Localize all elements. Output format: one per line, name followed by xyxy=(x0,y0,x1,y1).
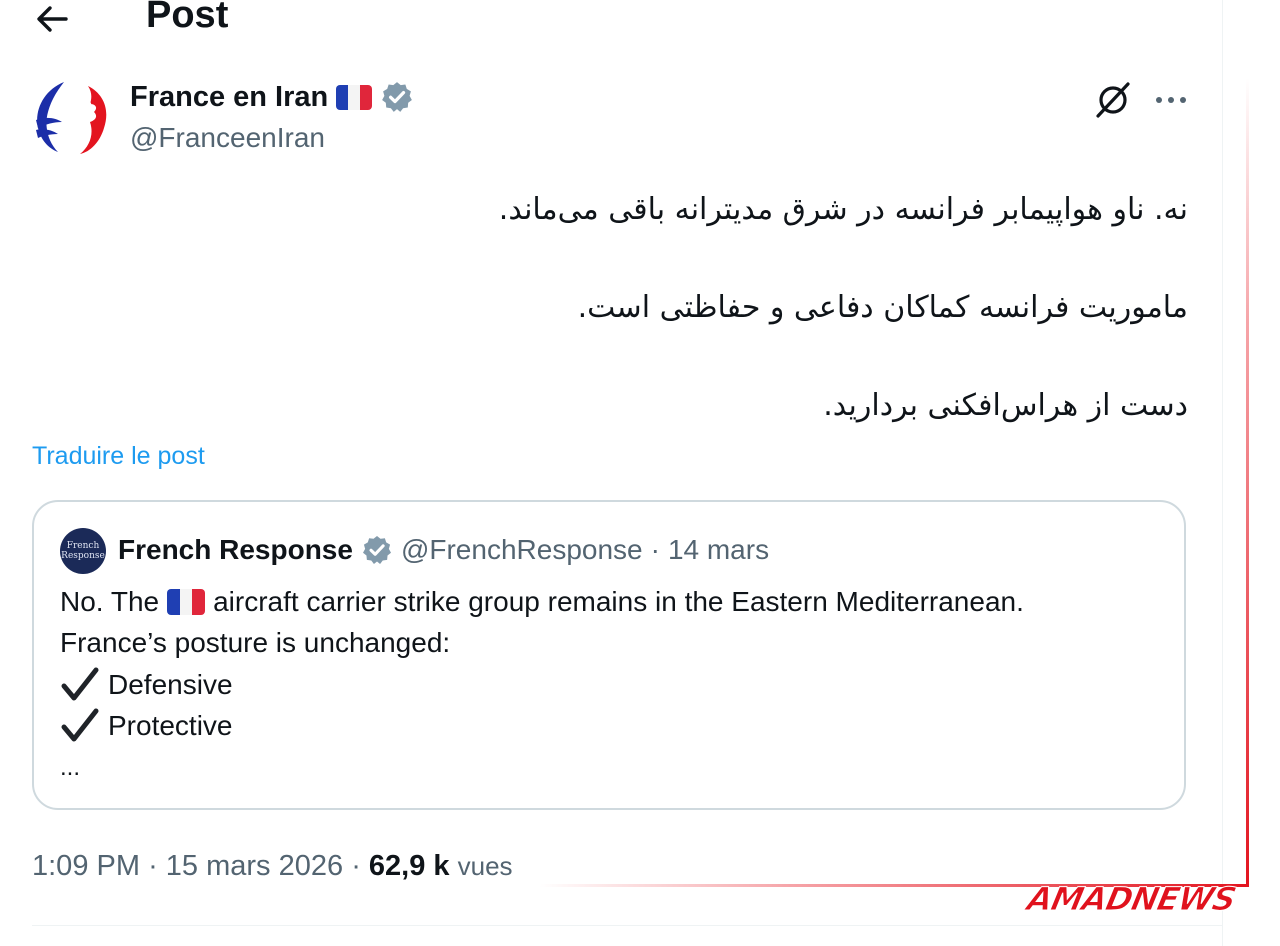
divider xyxy=(32,925,1222,926)
column-border xyxy=(1222,0,1223,946)
post-text-line-2: ماموریت فرانسه کماکان دفاعی و حفاظتی است… xyxy=(577,290,1188,325)
quoted-date[interactable]: 14 mars xyxy=(668,534,769,566)
quoted-ellipsis: ... xyxy=(60,754,81,781)
watermark-logo: AMADNEWS xyxy=(1023,880,1239,919)
more-dots-icon xyxy=(1156,97,1186,103)
france-diplomatie-logo-icon xyxy=(36,82,107,154)
back-button[interactable] xyxy=(30,0,74,40)
post-text-line-1: نه. ناو هواپیمابر فرانسه در شرق مدیترانه… xyxy=(498,192,1188,227)
avatar[interactable] xyxy=(30,76,114,160)
more-options-button[interactable] xyxy=(1150,78,1196,122)
quoted-list-item-defensive: Defensive xyxy=(60,666,233,704)
quoted-text-prefix: No. The xyxy=(60,586,160,617)
verified-badge-icon xyxy=(362,536,391,564)
author-name[interactable]: France en Iran xyxy=(130,81,328,114)
quoted-avatar[interactable]: French Response xyxy=(60,528,106,574)
meta-separator: · xyxy=(351,850,361,882)
watermark-frame-vertical xyxy=(1246,78,1249,886)
quoted-handle[interactable]: @FrenchResponse xyxy=(401,534,643,566)
quoted-item-label: Protective xyxy=(108,710,233,741)
grok-button[interactable] xyxy=(1090,78,1136,122)
quoted-separator: · xyxy=(650,534,660,565)
quoted-text-suffix: aircraft carrier strike group remains in… xyxy=(213,586,1024,617)
quoted-post[interactable]: French Response French Response @FrenchR… xyxy=(32,500,1186,810)
quoted-list-item-protective: Protective xyxy=(60,707,233,745)
check-mark-icon xyxy=(61,667,99,701)
verified-badge-icon[interactable] xyxy=(380,80,414,114)
page-title: Post xyxy=(146,0,229,36)
arrow-left-icon xyxy=(37,6,68,32)
views-label: vues xyxy=(457,851,513,881)
post-page: Post France en Iran @FranceenIran نه. نا… xyxy=(0,0,1222,946)
views-count: 62,9 k xyxy=(368,850,450,882)
quoted-author-name[interactable]: French Response xyxy=(118,534,353,566)
author-handle[interactable]: @FranceenIran xyxy=(130,122,325,154)
post-date[interactable]: 15 mars 2026 xyxy=(166,850,343,882)
meta-separator: · xyxy=(148,850,158,882)
author-name-row[interactable]: France en Iran xyxy=(130,80,414,114)
france-flag-icon xyxy=(336,84,373,110)
post-meta: 1:09 PM · 15 mars 2026 · 62,9 k vues xyxy=(32,850,513,883)
quoted-item-label: Defensive xyxy=(108,669,233,700)
post-text-line-3: دست از هراس‌افکنی بردارید. xyxy=(823,388,1188,423)
translate-post-link[interactable]: Traduire le post xyxy=(32,442,205,471)
france-flag-icon xyxy=(167,589,206,615)
quoted-avatar-logo-text: French Response xyxy=(61,541,105,561)
grok-icon xyxy=(1096,82,1130,118)
post-time[interactable]: 1:09 PM xyxy=(32,850,140,882)
check-mark-icon xyxy=(61,708,99,742)
quoted-text-line-2: France’s posture is unchanged: xyxy=(60,627,451,658)
quoted-header: French Response @FrenchResponse · 14 mar… xyxy=(118,534,769,566)
quoted-text-line-1: No. The aircraft carrier strike group re… xyxy=(60,586,1024,618)
